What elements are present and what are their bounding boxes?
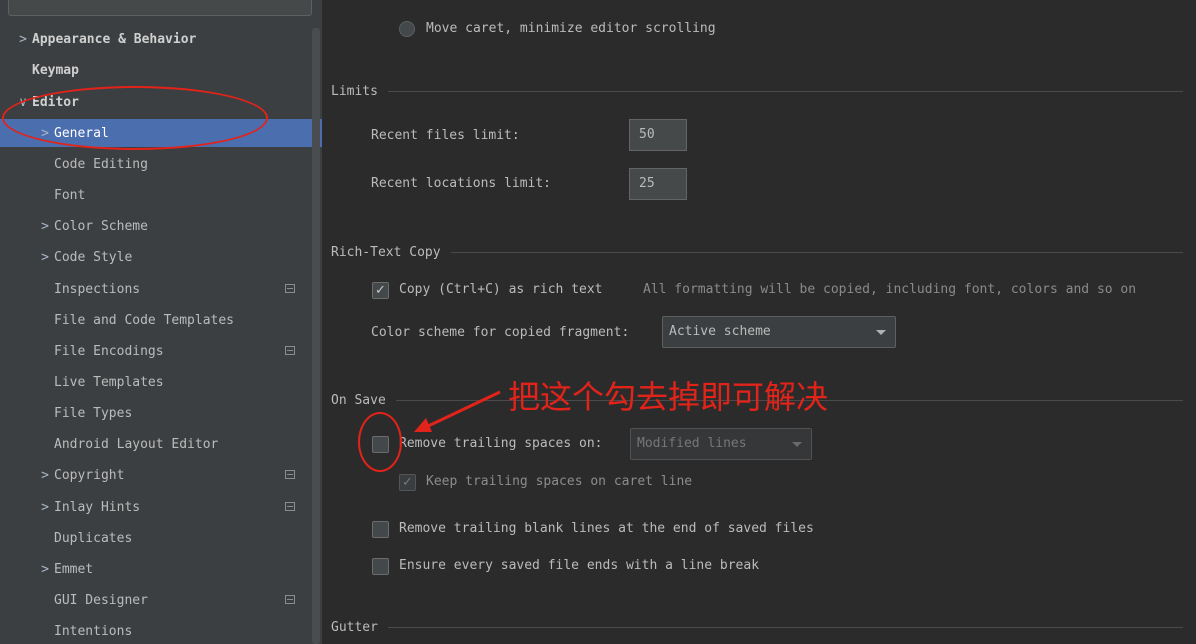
sidebar-item-label: Inlay Hints <box>54 499 141 515</box>
chevron-right-icon[interactable]: > <box>36 500 54 515</box>
sidebar-item-label: Color Scheme <box>54 218 148 234</box>
sidebar-item-label: Copyright <box>54 467 125 483</box>
sidebar-item-label: Intentions <box>54 623 133 639</box>
sidebar-item-file-encodings[interactable]: File Encodings <box>0 337 322 365</box>
remove-blank-lines-checkbox[interactable] <box>372 521 389 538</box>
sidebar-item-label: Android Layout Editor <box>54 436 219 452</box>
move-caret-radio[interactable] <box>399 21 415 37</box>
settings-content-panel: Move caret, minimize editor scrolling Li… <box>322 0 1196 644</box>
copy-rich-text-checkbox[interactable]: ✓ <box>372 282 389 299</box>
keep-trailing-spaces-checkbox[interactable]: ✓ <box>399 474 416 491</box>
sidebar-item-label: File Types <box>54 405 133 421</box>
sidebar-item-label: File Encodings <box>54 343 164 359</box>
recent-files-input[interactable]: 50 <box>629 119 687 151</box>
sidebar-item-label: Keymap <box>32 62 79 78</box>
trailing-spaces-value: Modified lines <box>637 436 747 451</box>
sidebar-item-label: File and Code Templates <box>54 312 235 328</box>
copy-rich-text-hint: All formatting will be copied, including… <box>643 282 1137 297</box>
chevron-right-icon[interactable]: > <box>36 468 54 483</box>
annotation-note: 把这个勾去掉即可解决 <box>508 378 829 416</box>
sidebar-item-gui-designer[interactable]: GUI Designer <box>0 586 322 614</box>
sidebar-item-label: Font <box>54 187 86 203</box>
settings-window: > Appearance & Behavior Keymap ∨ Editor > Gene… <box>0 0 1196 644</box>
trailing-spaces-dropdown[interactable]: Modified lines <box>630 428 812 460</box>
sidebar-item-inlay-hints[interactable]: > Inlay Hints <box>0 493 322 521</box>
sidebar-item-label: Emmet <box>54 561 94 577</box>
chevron-down-icon <box>792 442 802 447</box>
sidebar-item-keymap[interactable]: Keymap <box>0 56 322 84</box>
chevron-right-icon[interactable]: > <box>36 250 54 265</box>
sidebar-item-copyright[interactable]: > Copyright <box>0 461 322 489</box>
sidebar-item-color-scheme[interactable]: > Color Scheme <box>0 212 322 240</box>
sidebar-item-label: GUI Designer <box>54 592 148 608</box>
sidebar-item-label: Code Style <box>54 249 133 265</box>
sidebar-scrollbar[interactable] <box>312 28 320 644</box>
move-caret-label: Move caret, minimize editor scrolling <box>426 21 716 36</box>
sidebar-item-emmet[interactable]: > Emmet <box>0 555 322 583</box>
remove-trailing-spaces-label: Remove trailing spaces on: <box>399 436 603 451</box>
color-scheme-label: Color scheme for copied fragment: <box>371 325 630 340</box>
annotation-arrow <box>414 390 501 432</box>
annotation-circle-general <box>2 86 268 150</box>
on-save-title-text: On Save <box>331 393 386 408</box>
sidebar-item-file-and-code-templates[interactable]: File and Code Templates <box>0 306 322 334</box>
sidebar-item-live-templates[interactable]: Live Templates <box>0 368 322 396</box>
rich-text-section-title: Rich-Text Copy <box>331 245 1183 260</box>
ensure-line-break-checkbox[interactable] <box>372 558 389 575</box>
color-scheme-value: Active scheme <box>669 324 771 339</box>
sidebar-item-font[interactable]: Font <box>0 181 322 209</box>
ensure-line-break-label: Ensure every saved file ends with a line… <box>399 558 760 573</box>
sidebar-item-duplicates[interactable]: Duplicates <box>0 524 322 552</box>
sidebar-item-label: Inspections <box>54 281 141 297</box>
sidebar-item-inspections[interactable]: Inspections <box>0 275 322 303</box>
sidebar-item-label: Appearance & Behavior <box>32 31 197 47</box>
chevron-right-icon[interactable]: > <box>36 562 54 577</box>
sidebar-item-android-layout-editor[interactable]: Android Layout Editor <box>0 430 322 458</box>
sidebar-item-label: Code Editing <box>54 156 148 172</box>
sidebar-item-code-style[interactable]: > Code Style <box>0 243 322 271</box>
chevron-right-icon[interactable]: > <box>14 32 32 47</box>
recent-locations-label: Recent locations limit: <box>371 176 552 191</box>
chevron-right-icon[interactable]: > <box>36 219 54 234</box>
remove-blank-lines-label: Remove trailing blank lines at the end o… <box>399 521 814 536</box>
section-divider <box>387 91 1183 92</box>
recent-locations-input[interactable]: 25 <box>629 168 687 200</box>
chevron-down-icon <box>876 330 886 335</box>
gutter-title-text: Gutter <box>331 620 378 635</box>
recent-files-label: Recent files limit: <box>371 128 520 143</box>
sidebar-item-file-types[interactable]: File Types <box>0 399 322 427</box>
copy-rich-text-label: Copy (Ctrl+C) as rich text <box>399 282 603 297</box>
sidebar-item-code-editing[interactable]: Code Editing <box>0 150 322 178</box>
limits-title-text: Limits <box>331 84 378 99</box>
sidebar-item-label: Duplicates <box>54 530 133 546</box>
project-scope-icon <box>285 284 295 293</box>
project-scope-icon <box>285 470 295 479</box>
keep-trailing-spaces-label: Keep trailing spaces on caret line <box>426 474 693 489</box>
color-scheme-dropdown[interactable]: Active scheme <box>662 316 896 348</box>
project-scope-icon <box>285 595 295 604</box>
gutter-section-title: Gutter <box>331 620 1183 635</box>
sidebar-item-appearance-behavior[interactable]: > Appearance & Behavior <box>0 25 322 53</box>
section-divider <box>450 252 1183 253</box>
sidebar-item-label: Live Templates <box>54 374 164 390</box>
annotation-circle-checkbox <box>358 412 402 472</box>
project-scope-icon <box>285 502 295 511</box>
project-scope-icon <box>285 346 295 355</box>
limits-section-title: Limits <box>331 84 1183 99</box>
rich-text-title-text: Rich-Text Copy <box>331 245 441 260</box>
section-divider <box>387 627 1183 628</box>
settings-search-input[interactable] <box>8 0 312 16</box>
sidebar-scrollbar-thumb[interactable] <box>312 28 320 644</box>
sidebar-item-intentions[interactable]: Intentions <box>0 617 322 644</box>
